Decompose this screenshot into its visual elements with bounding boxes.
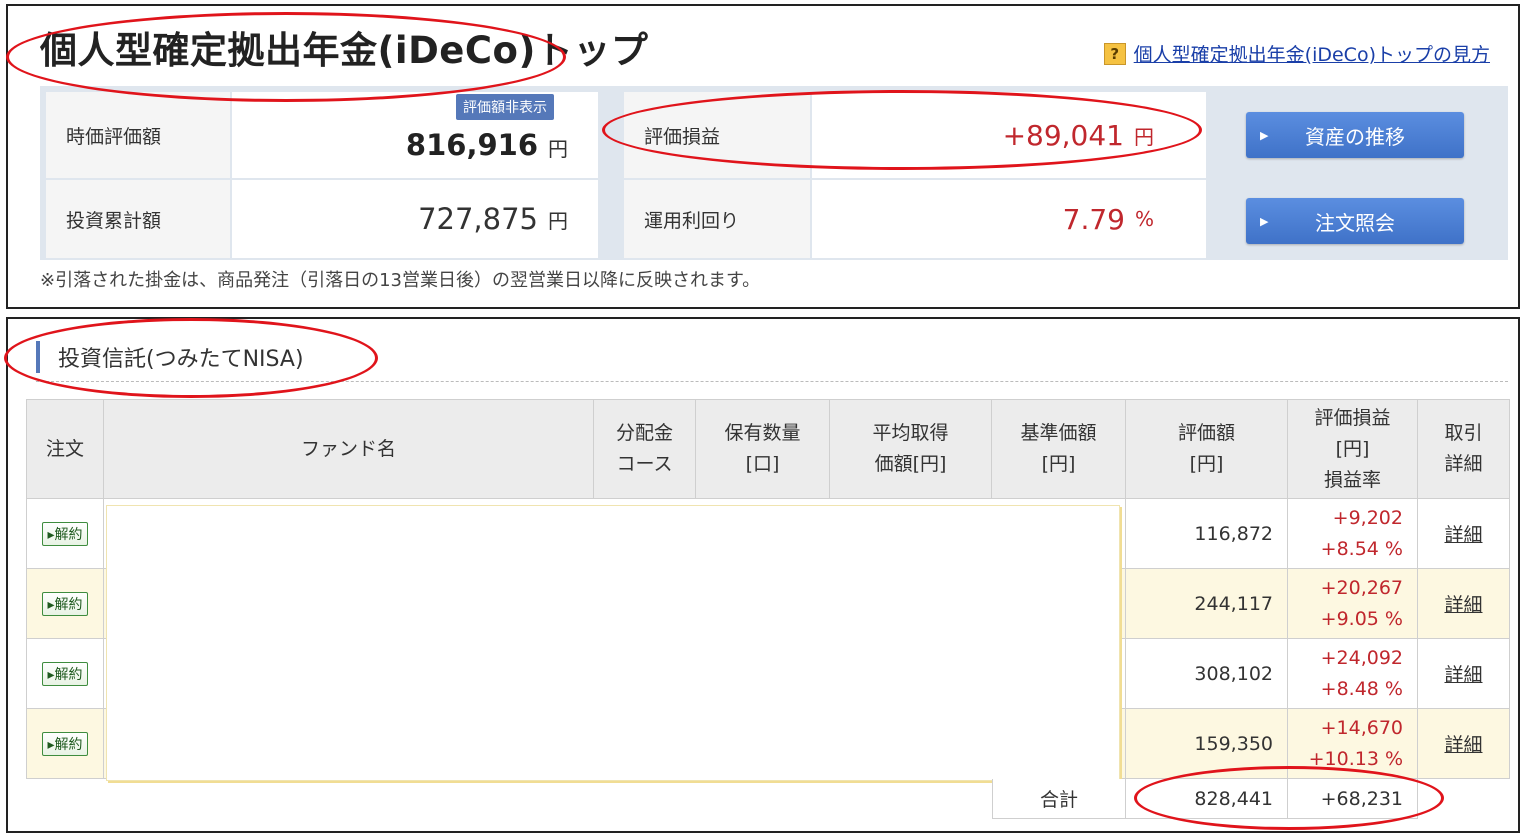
header-fund: ファンド名 <box>104 399 594 499</box>
detail-link[interactable]: 詳細 <box>1444 660 1482 687</box>
invested-cell: 727,875 円 <box>232 180 598 258</box>
total-pl: +68,231 <box>1288 779 1418 819</box>
header-quantity-line1: 保有数量 <box>724 422 801 444</box>
row-pl-rate: +10.13 % <box>1308 747 1403 770</box>
row-pl-rate: +8.54 % <box>1320 537 1403 560</box>
summary-table: 時価評価額 816,916 円 評価額非表示 評価損益 +89,041 円 投資… <box>40 86 1508 260</box>
section-divider <box>36 381 1508 382</box>
asset-history-label: 資産の推移 <box>1305 124 1405 149</box>
header-order: 注文 <box>26 399 104 499</box>
table-row-value: 244,117 <box>1126 569 1288 639</box>
market-value: 816,916 <box>405 128 538 162</box>
detail-link[interactable]: 詳細 <box>1444 730 1482 757</box>
pl-value: +89,041 <box>1002 118 1124 152</box>
header-avg-price-line1: 平均取得 <box>872 422 949 444</box>
asset-history-button[interactable]: ▶ 資産の推移 <box>1246 112 1464 158</box>
invested-label: 投資累計額 <box>46 180 230 258</box>
section-title: 投資信託(つみたてNISA) <box>36 341 304 373</box>
yield-value: 7.79 <box>1062 202 1125 236</box>
nisa-fund-panel: 投資信託(つみたてNISA) 注文 ファンド名 分配金 コース 保有数量 [口]… <box>6 317 1520 833</box>
header-pl-line1: 評価損益 <box>1314 406 1391 429</box>
help-link[interactable]: ? 個人型確定拠出年金(iDeCo)トップの見方 <box>1103 40 1490 67</box>
page-title: 個人型確定拠出年金(iDeCo)トップ <box>40 29 649 72</box>
pl-cell: +89,041 円 <box>812 92 1206 178</box>
table-row-pl: +24,092 +8.48 % <box>1288 639 1418 709</box>
cancel-button[interactable]: ▸解約 <box>42 661 88 686</box>
table-row-value: 308,102 <box>1126 639 1288 709</box>
yield-cell: 7.79 % <box>812 180 1206 258</box>
row-pl-amount: +9,202 <box>1332 506 1403 529</box>
table-row-detail: 詳細 <box>1418 499 1510 569</box>
header-quantity: 保有数量 [口] <box>696 399 830 499</box>
header-avg-price-line2: 価額[円] <box>874 453 947 475</box>
header-avg-price: 平均取得 価額[円] <box>830 399 992 499</box>
header-base-price: 基準価額 [円] <box>992 399 1126 499</box>
order-inquiry-label: 注文照会 <box>1315 210 1395 235</box>
row-pl-rate: +9.05 % <box>1320 607 1403 630</box>
header-pl-line2: [円] <box>1335 437 1370 460</box>
table-row-order: ▸解約 <box>26 569 104 639</box>
row-pl-amount: +24,092 <box>1320 646 1403 669</box>
yield-label: 運用利回り <box>624 180 810 258</box>
table-row-order: ▸解約 <box>26 639 104 709</box>
header-distribution: 分配金 コース <box>594 399 696 499</box>
contribution-note: ※引落された掛金は、商品発注（引落日の13営業日後）の翌営業日以降に反映されます… <box>40 270 761 291</box>
invested-value: 727,875 <box>418 202 538 236</box>
pl-label: 評価損益 <box>624 92 810 178</box>
header-quantity-line2: [口] <box>745 453 780 475</box>
table-row-order: ▸解約 <box>26 709 104 779</box>
header-base-price-line1: 基準価額 <box>1020 422 1097 444</box>
question-icon: ? <box>1103 42 1126 65</box>
table-row-value: 159,350 <box>1126 709 1288 779</box>
detail-link[interactable]: 詳細 <box>1444 590 1482 617</box>
table-row-detail: 詳細 <box>1418 709 1510 779</box>
header-detail: 取引 詳細 <box>1418 399 1510 499</box>
table-row-order: ▸解約 <box>26 499 104 569</box>
row-pl-amount: +14,670 <box>1320 716 1403 739</box>
table-row-pl: +9,202 +8.54 % <box>1288 499 1418 569</box>
header-value: 評価額 [円] <box>1126 399 1288 499</box>
detail-link[interactable]: 詳細 <box>1444 520 1482 547</box>
ideco-summary-panel: 個人型確定拠出年金(iDeCo)トップ ? 個人型確定拠出年金(iDeCo)トッ… <box>6 4 1520 309</box>
redacted-fund-area <box>106 505 1120 781</box>
table-row-value: 116,872 <box>1126 499 1288 569</box>
header-value-line2: [円] <box>1189 453 1224 475</box>
play-icon: ▶ <box>1260 128 1269 142</box>
hide-value-button[interactable]: 評価額非表示 <box>456 94 554 120</box>
header-detail-line2: 詳細 <box>1444 453 1483 475</box>
header-distribution-line1: 分配金 <box>615 422 673 444</box>
table-row-detail: 詳細 <box>1418 569 1510 639</box>
fund-table: 注文 ファンド名 分配金 コース 保有数量 [口] 平均取得 価額[円] 基準価… <box>26 399 1510 819</box>
row-pl-amount: +20,267 <box>1320 576 1403 599</box>
pl-unit: 円 <box>1134 124 1154 149</box>
yield-unit: % <box>1134 207 1154 231</box>
market-value-label: 時価評価額 <box>46 92 230 178</box>
total-value: 828,441 <box>1126 779 1288 819</box>
header-pl-line3: 損益率 <box>1323 468 1381 491</box>
help-link-text[interactable]: 個人型確定拠出年金(iDeCo)トップの見方 <box>1134 40 1490 67</box>
header-detail-line1: 取引 <box>1444 422 1483 444</box>
table-row-pl: +20,267 +9.05 % <box>1288 569 1418 639</box>
invested-unit: 円 <box>548 208 568 233</box>
total-label: 合計 <box>992 779 1126 819</box>
header-base-price-line2: [円] <box>1041 453 1076 475</box>
cancel-button[interactable]: ▸解約 <box>42 591 88 616</box>
order-inquiry-button[interactable]: ▶ 注文照会 <box>1246 198 1464 244</box>
row-pl-rate: +8.48 % <box>1320 677 1403 700</box>
header-distribution-line2: コース <box>616 453 673 475</box>
header-value-line1: 評価額 <box>1177 422 1235 444</box>
cancel-button[interactable]: ▸解約 <box>42 521 88 546</box>
table-row-detail: 詳細 <box>1418 639 1510 709</box>
market-value-unit: 円 <box>548 137 568 161</box>
header-pl: 評価損益 [円] 損益率 <box>1288 399 1418 499</box>
cancel-button[interactable]: ▸解約 <box>42 731 88 756</box>
play-icon: ▶ <box>1260 214 1269 228</box>
table-row-pl: +14,670 +10.13 % <box>1288 709 1418 779</box>
